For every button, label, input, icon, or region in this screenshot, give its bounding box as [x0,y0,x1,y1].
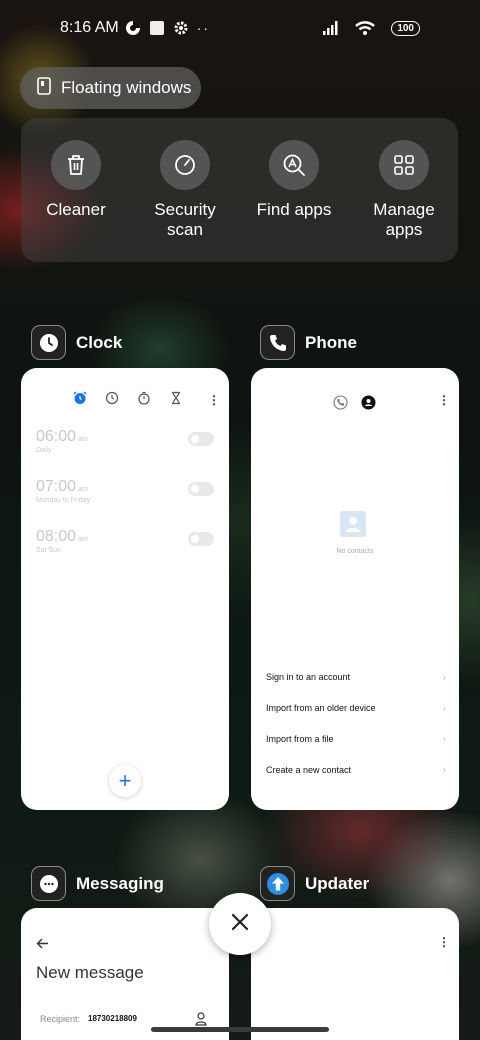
new-message-heading: New message [36,963,144,982]
square-notification-icon [149,20,165,36]
tab-contacts-icon[interactable] [361,395,376,415]
alarm-row[interactable]: 07:00 am Monday to Friday [36,478,214,504]
alarm-repeat: Daily [36,447,52,454]
alarm-time: 07:00 [36,478,77,495]
alarm-toggle[interactable] [188,482,214,496]
clear-all-button[interactable] [209,893,271,955]
phone-app-header[interactable]: Phone [260,325,357,360]
no-contacts-text: No contacts [336,548,374,555]
settings-gear-icon [173,20,189,36]
recipient-label: Recipient: [40,1014,81,1024]
import-older-device-item[interactable]: Import from an older device › [266,703,446,714]
security-scan-button[interactable]: Security scan [130,140,240,240]
alarm-time: 06:00 [36,428,77,445]
more-options-icon[interactable]: ⋮ [438,936,450,948]
clock-app-header[interactable]: Clock [31,325,122,360]
quick-actions-panel: Cleaner Security scan Find apps Manage a… [21,118,458,262]
updater-app-title: Updater [305,873,370,893]
data-saver-icon [125,20,141,36]
status-time: 8:16 AM [60,19,119,36]
tab-stopwatch-icon[interactable] [137,391,151,410]
sign-in-account-item[interactable]: Sign in to an account › [266,672,446,683]
signal-icon [323,21,339,35]
updater-app-card[interactable]: ⋮ [251,908,459,1040]
create-contact-item[interactable]: Create a new contact › [266,765,446,776]
alarm-repeat: Monday to Friday [36,497,91,504]
menu-item-label: Create a new contact [266,765,352,775]
clock-tabs [73,391,183,410]
add-alarm-button[interactable]: + [109,765,141,797]
menu-item-label: Sign in to an account [266,672,351,682]
alarm-repeat: Sat Sun [36,547,61,554]
back-arrow-icon[interactable] [36,936,49,954]
trash-icon [51,140,101,190]
chevron-right-icon: › [442,765,446,776]
close-icon [231,913,249,936]
find-apps-button[interactable]: Find apps [239,140,349,220]
updater-icon [260,866,295,901]
phone-icon [260,325,295,360]
import-file-item[interactable]: Import from a file › [266,734,446,745]
floating-window-icon [37,76,51,100]
chevron-right-icon: › [442,734,446,745]
alarm-ampm: am [78,486,88,493]
security-scan-label: Security scan [154,200,216,239]
manage-apps-button[interactable]: Manage apps [349,140,459,240]
status-bar: 8:16 AM ·· 100 [0,0,480,56]
alarm-toggle[interactable] [188,532,214,546]
messaging-app-header[interactable]: Messaging [31,866,164,901]
cleaner-button[interactable]: Cleaner [21,140,131,220]
tab-world-clock-icon[interactable] [105,391,119,410]
find-apps-label: Find apps [256,200,332,219]
more-options-icon[interactable]: ⋮ [438,394,450,406]
recipient-input[interactable]: 18730218809 [88,1014,137,1023]
no-contacts-icon [339,510,367,543]
search-a-icon [269,140,319,190]
messaging-icon [31,866,66,901]
tab-timer-icon[interactable] [169,391,183,410]
floating-windows-label: Floating windows [61,78,192,97]
shield-gauge-icon [160,140,210,190]
tab-alarm-icon[interactable] [73,391,87,410]
cleaner-label: Cleaner [46,200,106,219]
updater-app-header[interactable]: Updater [260,866,369,901]
clock-app-card[interactable]: ⋮ 06:00 am Daily 07:00 am Monday to Friday… [21,368,229,810]
phone-app-card[interactable]: ⋮ No contacts Sign in to an account › Imp… [251,368,459,810]
menu-item-label: Import from a file [266,734,334,744]
alarm-row[interactable]: 06:00 am Daily [36,428,214,454]
tab-recents-icon[interactable] [333,395,348,415]
battery-indicator: 100 [391,20,420,36]
chevron-right-icon: › [442,703,446,714]
phone-app-title: Phone [305,332,357,352]
wifi-icon [355,21,376,35]
floating-windows-button[interactable]: Floating windows [20,67,201,109]
messaging-app-title: Messaging [76,873,164,893]
more-options-icon[interactable]: ⋮ [208,394,220,406]
alarm-row[interactable]: 08:00 am Sat Sun [36,528,214,554]
alarm-ampm: am [78,436,88,443]
alarm-time: 08:00 [36,528,77,545]
clock-app-title: Clock [76,332,123,352]
home-indicator[interactable] [151,1027,329,1032]
alarm-ampm: am [78,536,88,543]
clock-icon [31,325,66,360]
grid-icon [379,140,429,190]
manage-apps-label: Manage apps [373,200,435,239]
menu-item-label: Import from an older device [266,703,376,713]
alarm-toggle[interactable] [188,432,214,446]
messaging-app-card[interactable]: New message Recipient: 18730218809 [21,908,229,1040]
chevron-right-icon: › [442,672,446,683]
more-notifications-icon: ·· [196,20,211,36]
